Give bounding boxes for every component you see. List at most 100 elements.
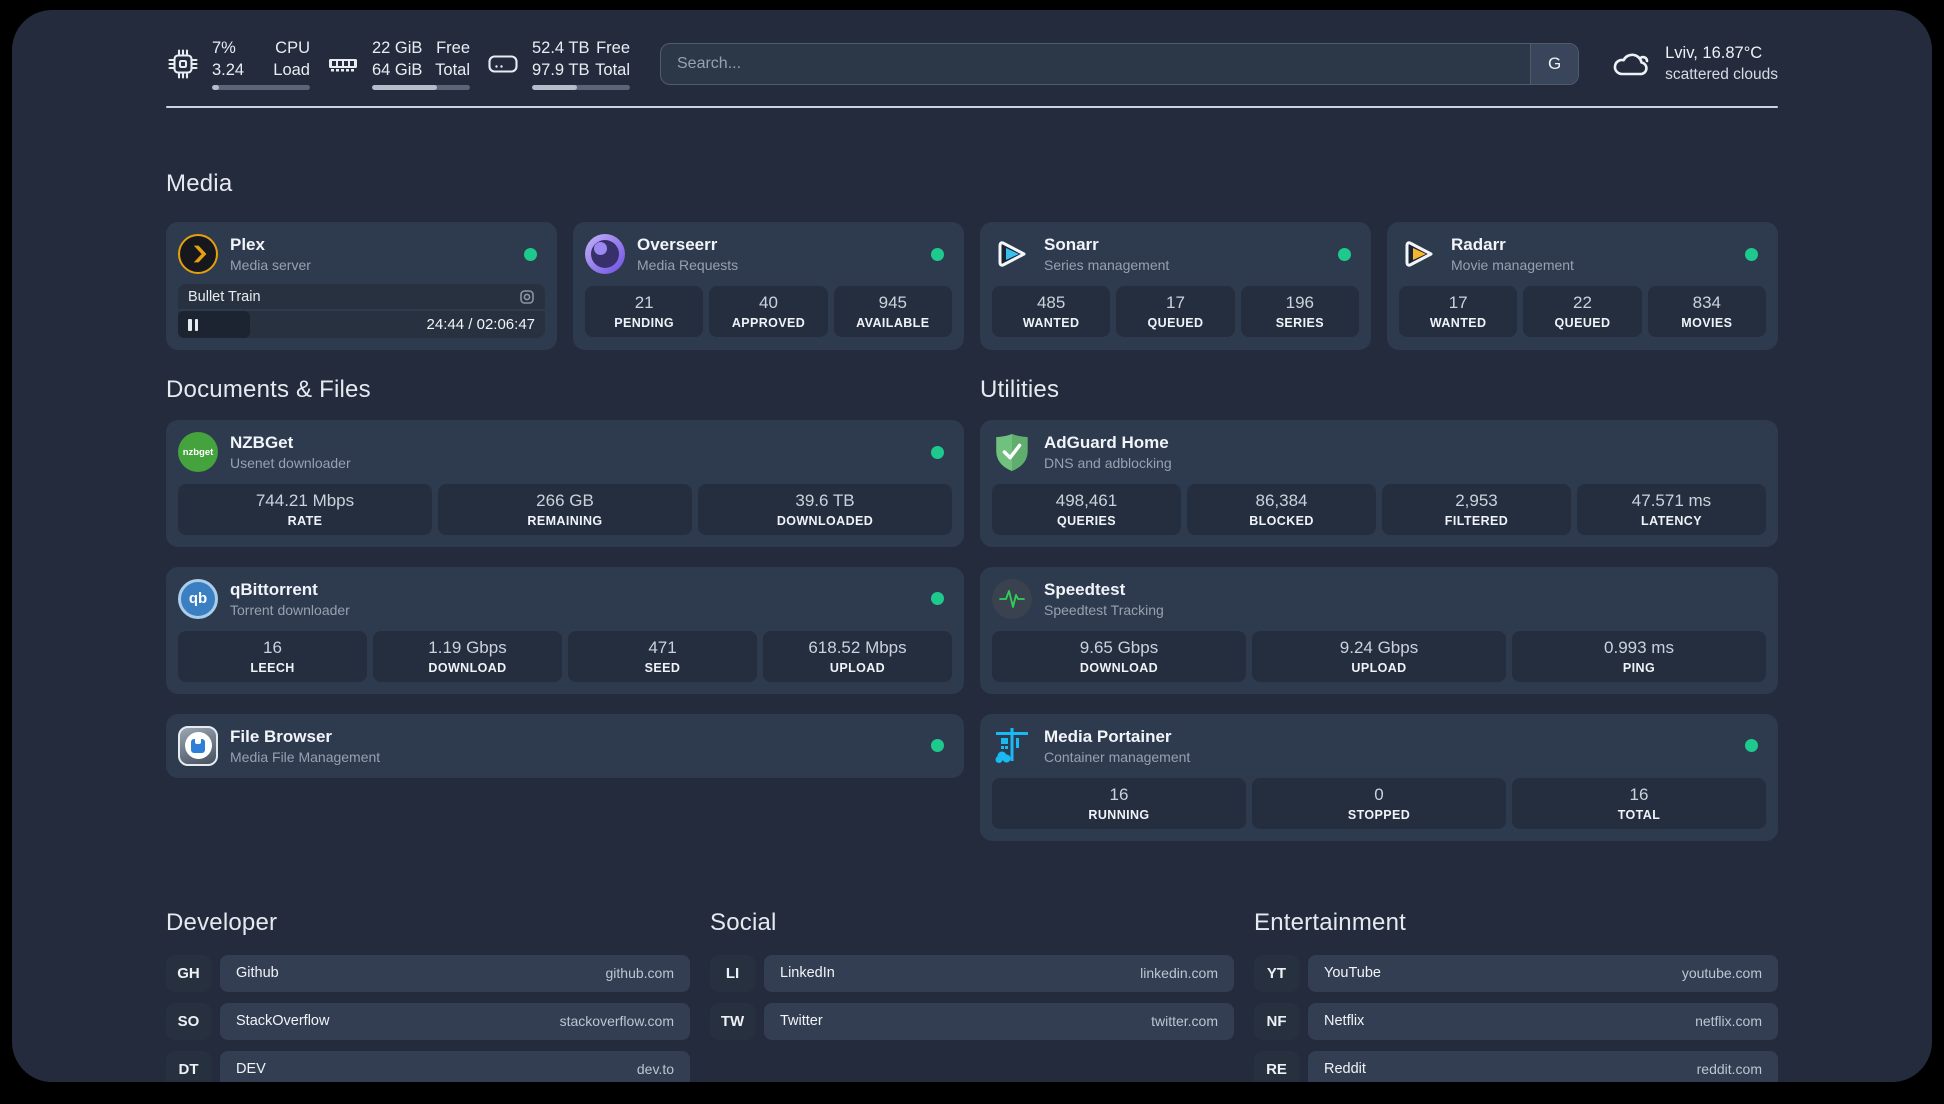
cpu-chip-icon — [168, 49, 198, 79]
bookmark-group-social: Social LI LinkedIn linkedin.com TW Twitte… — [710, 909, 1234, 1082]
service-card-adguard[interactable]: AdGuard Home DNS and adblocking 498,461 Q… — [980, 420, 1778, 547]
bookmark-url: stackoverflow.com — [559, 1013, 674, 1030]
service-card-filebrowser[interactable]: File Browser Media File Management — [166, 713, 964, 778]
stat-rate: 744.21 Mbps RATE — [178, 484, 432, 535]
service-description: Media Requests — [637, 257, 739, 273]
filebrowser-icon — [178, 725, 218, 766]
stat-downloaded: 39.6 TB DOWNLOADED — [698, 484, 952, 535]
service-card-nzbget[interactable]: nzbget NZBGet Usenet downloader 744.21 M… — [166, 420, 964, 547]
pause-button[interactable] — [188, 318, 198, 331]
status-dot — [931, 739, 944, 753]
playback-progress-bar: 24:44 / 02:06:47 — [178, 311, 545, 338]
service-name: Media Portainer — [1044, 726, 1172, 746]
disk-widget: 52.4 TB 97.9 TB Free Total — [486, 38, 630, 90]
stat-queued: 17 QUEUED — [1116, 286, 1235, 337]
service-name: Plex — [230, 235, 265, 254]
stat-remaining: 266 GB REMAINING — [438, 484, 692, 535]
stat-stopped: 0 STOPPED — [1252, 777, 1506, 829]
stat-upload: 618.52 Mbps UPLOAD — [763, 630, 952, 682]
memory-progress-bar — [372, 84, 470, 90]
stat-movies: 834 MOVIES — [1647, 286, 1766, 337]
cpu-progress-bar — [212, 84, 310, 90]
service-description: Media File Management — [230, 748, 381, 765]
status-dot — [931, 592, 944, 606]
cloud-icon — [1613, 53, 1649, 76]
section-utilities: Utilities AdGuard Home DNS and adblockin… — [980, 376, 1778, 861]
service-card-speedtest[interactable]: Speedtest Speedtest Tracking 9.65 Gbps DO… — [980, 566, 1778, 694]
section-title-documents: Documents & Files — [166, 376, 371, 403]
disk-progress-bar — [532, 84, 630, 90]
plex-icon — [178, 234, 218, 274]
service-card-portainer[interactable]: Media Portainer Container management 16 R… — [980, 713, 1778, 841]
stat-total: 16 TOTAL — [1512, 777, 1766, 829]
bookmark-youtube[interactable]: YT YouTube youtube.com — [1254, 954, 1778, 992]
service-description: Media server — [230, 257, 311, 273]
hard-drive-icon — [488, 55, 518, 73]
system-stats: 7% 3.24 CPU Load 22 GiB 64 GiB Free Tota… — [166, 38, 630, 90]
bookmark-url: github.com — [605, 965, 674, 982]
bookmark-stackoverflow[interactable]: SO StackOverflow stackoverflow.com — [166, 1002, 690, 1040]
bookmark-dev[interactable]: DT DEV dev.to — [166, 1050, 690, 1082]
overseerr-icon — [585, 234, 625, 274]
service-name: Speedtest — [1044, 579, 1126, 599]
status-dot — [1338, 247, 1351, 261]
search-input[interactable] — [661, 44, 1531, 84]
service-description: Container management — [1044, 748, 1191, 765]
portainer-icon — [992, 726, 1032, 766]
service-card-radarr[interactable]: Radarr Movie management 17 WANTED 22 QUEUE… — [1387, 222, 1778, 350]
qbittorrent-icon: qb — [178, 578, 218, 619]
service-name: NZBGet — [230, 433, 294, 452]
service-description: Usenet downloader — [230, 455, 351, 471]
section-documents: Documents & Files nzbget NZBGet Usenet d… — [166, 376, 964, 861]
status-dot — [1745, 247, 1758, 261]
cpu-labels: CPU Load — [273, 39, 310, 79]
stat-pending: 21 PENDING — [585, 286, 704, 337]
service-name: Overseerr — [637, 235, 718, 254]
status-dot — [524, 247, 537, 261]
section-title-developer: Developer — [166, 908, 278, 936]
weather-location-temp: Lviv, 16.87°C — [1665, 44, 1763, 63]
service-name: Radarr — [1451, 235, 1506, 254]
service-description: Series management — [1044, 257, 1170, 273]
service-card-qbittorrent[interactable]: qb qBittorrent Torrent downloader 16 LEEC… — [166, 566, 964, 694]
sonarr-icon — [992, 234, 1032, 274]
bookmark-twitter[interactable]: TW Twitter twitter.com — [710, 1002, 1234, 1040]
session-user-icon — [519, 289, 535, 305]
service-card-overseerr[interactable]: Overseerr Media Requests 21 PENDING 40 APP… — [573, 222, 964, 350]
stat-leech: 16 LEECH — [178, 630, 367, 682]
service-card-sonarr[interactable]: Sonarr Series management 485 WANTED 17 QUE… — [980, 222, 1371, 350]
bookmark-abbr: TW — [710, 1002, 755, 1040]
stat-download: 1.19 Gbps DOWNLOAD — [373, 630, 562, 682]
cpu-values: 7% 3.24 — [212, 39, 245, 79]
status-dot — [931, 445, 944, 459]
weather-widget[interactable]: Lviv, 16.87°C scattered clouds — [1609, 43, 1778, 85]
bookmark-github[interactable]: GH Github github.com — [166, 954, 690, 992]
service-card-plex[interactable]: Plex Media server Bullet Train 24:44 / 0… — [166, 222, 557, 350]
bookmark-url: dev.to — [636, 1061, 674, 1078]
stat-filtered: 2,953 FILTERED — [1382, 484, 1571, 535]
memory-labels: Free Total — [435, 39, 470, 79]
bookmark-linkedin[interactable]: LI LinkedIn linkedin.com — [710, 954, 1234, 992]
service-description: Speedtest Tracking — [1044, 601, 1164, 618]
bookmark-abbr: YT — [1254, 954, 1299, 992]
stat-wanted: 485 WANTED — [992, 286, 1111, 337]
bookmark-abbr: RE — [1254, 1050, 1299, 1082]
service-description: Movie management — [1451, 257, 1574, 273]
search-provider-button[interactable]: G — [1530, 44, 1579, 84]
disk-labels: Free Total — [595, 39, 630, 79]
bookmark-reddit[interactable]: RE Reddit reddit.com — [1254, 1050, 1778, 1082]
top-bar: 7% 3.24 CPU Load 22 GiB 64 GiB Free Tota… — [166, 36, 1778, 92]
stat-queued: 22 QUEUED — [1523, 286, 1642, 337]
nzbget-icon: nzbget — [178, 432, 218, 472]
bookmark-name: DEV — [236, 1061, 266, 1078]
bookmark-netflix[interactable]: NF Netflix netflix.com — [1254, 1002, 1778, 1040]
bookmark-name: Netflix — [1324, 1013, 1365, 1030]
bookmark-name: Twitter — [780, 1013, 823, 1030]
bookmark-group-entertainment: Entertainment YT YouTube youtube.com NF N… — [1254, 909, 1778, 1082]
now-playing-title: Bullet Train — [188, 288, 261, 305]
stat-approved: 40 APPROVED — [709, 286, 828, 337]
bookmark-name: YouTube — [1324, 965, 1381, 982]
bookmark-name: LinkedIn — [780, 965, 835, 982]
section-media: Media Plex Media server Bullet Train 24:… — [166, 170, 1778, 350]
header-divider — [166, 106, 1778, 108]
